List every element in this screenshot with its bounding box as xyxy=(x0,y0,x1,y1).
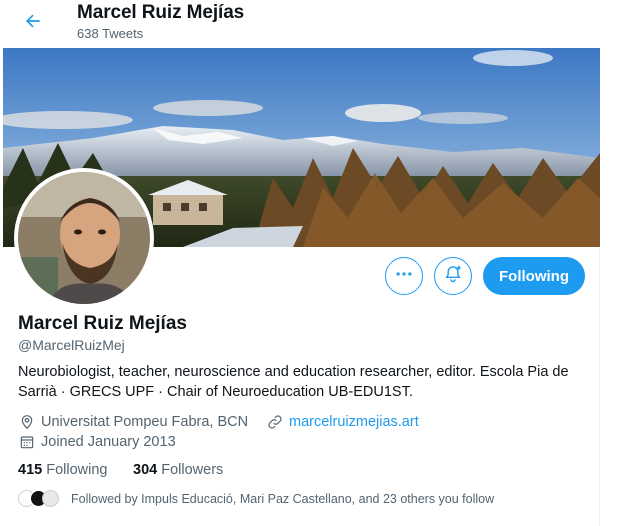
joined-text: Joined January 2013 xyxy=(41,433,176,450)
more-options-button[interactable] xyxy=(385,257,423,295)
more-dots-icon xyxy=(394,264,414,289)
followers-label: Followers xyxy=(161,462,224,478)
header-profile-name: Marcel Ruiz Mejías xyxy=(77,2,245,23)
location-pin-icon xyxy=(18,413,35,430)
website-link[interactable]: marcelruizmejias.art xyxy=(289,414,419,430)
profile-avatar[interactable] xyxy=(14,168,154,308)
followed-by-row[interactable]: Followed by Impuls Educació, Mari Paz Ca… xyxy=(18,490,494,507)
profile-website[interactable]: marcelruizmejias.art xyxy=(266,413,419,430)
profile-header-bar: Marcel Ruiz Mejías 638 Tweets xyxy=(0,0,600,48)
profile-location: Universitat Pompeu Fabra, BCN xyxy=(18,413,248,430)
calendar-icon xyxy=(18,433,35,450)
followed-by-text: Followed by Impuls Educació, Mari Paz Ca… xyxy=(71,491,495,506)
arrow-left-icon xyxy=(23,11,43,36)
followers-count-link[interactable]: 304 Followers xyxy=(133,462,223,478)
following-button[interactable]: Following xyxy=(483,257,585,295)
followers-count: 304 xyxy=(133,462,158,478)
notifications-button[interactable] xyxy=(434,257,472,295)
mini-avatar xyxy=(42,490,59,507)
profile-bio: Neurobiologist, teacher, neuroscience an… xyxy=(18,364,569,400)
location-text: Universitat Pompeu Fabra, BCN xyxy=(41,413,249,430)
bell-plus-icon xyxy=(443,264,463,289)
header-tweet-count: 638 Tweets xyxy=(77,26,144,41)
profile-joined-date: Joined January 2013 xyxy=(18,433,176,450)
following-count: 415 xyxy=(18,462,43,478)
following-label: Following xyxy=(46,462,108,478)
profile-name: Marcel Ruiz Mejías xyxy=(18,313,187,334)
profile-handle: @MarcelRuizMej xyxy=(18,337,125,353)
link-icon xyxy=(266,413,283,430)
following-count-link[interactable]: 415 Following xyxy=(18,462,107,478)
back-button[interactable] xyxy=(18,8,48,38)
profile-column: Marcel Ruiz Mejías 638 Tweets Following … xyxy=(0,0,600,526)
follower-avatars xyxy=(18,490,59,507)
